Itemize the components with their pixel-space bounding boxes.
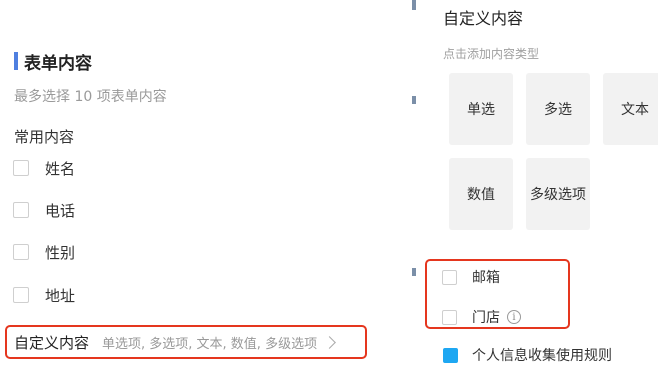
divider-mark xyxy=(412,268,416,276)
item-email[interactable]: 邮箱 xyxy=(442,267,500,287)
privacy-rule-label: 个人信息收集使用规则 xyxy=(472,348,612,364)
item-address[interactable]: 地址 xyxy=(13,283,75,307)
type-single-choice[interactable]: 单选 xyxy=(449,73,513,145)
checkbox[interactable] xyxy=(13,244,29,260)
sheet-title: 自定义内容 xyxy=(443,9,524,28)
item-label: 电话 xyxy=(45,201,76,220)
type-multilevel[interactable]: 多级选项 xyxy=(526,158,590,230)
item-label: 邮箱 xyxy=(472,270,500,286)
item-label: 姓名 xyxy=(45,159,76,178)
panel-divider xyxy=(412,0,416,373)
item-store[interactable]: 门店 i xyxy=(442,307,521,327)
checkbox[interactable] xyxy=(442,309,457,325)
info-icon[interactable]: i xyxy=(507,310,521,324)
item-label: 门店 xyxy=(472,310,500,326)
type-multi-choice[interactable]: 多选 xyxy=(526,73,590,145)
item-gender[interactable]: 性别 xyxy=(13,240,75,264)
chevron-right-icon xyxy=(323,335,336,349)
privacy-rule-row[interactable]: 个人信息收集使用规则 xyxy=(443,345,612,365)
section-header: 表单内容 xyxy=(14,50,92,74)
section-title: 表单内容 xyxy=(24,53,92,74)
custom-content-value: 单选项, 多选项, 文本, 数值, 多级选项 xyxy=(102,336,318,352)
item-label: 性别 xyxy=(45,243,76,262)
checkbox-checked[interactable] xyxy=(443,347,458,363)
divider-mark xyxy=(412,96,416,104)
item-name[interactable]: 姓名 xyxy=(13,156,75,180)
checkbox[interactable] xyxy=(13,287,29,303)
left-panel: 表单内容 最多选择 10 项表单内容 常用内容 姓名 电话 性别 地址 自定义内… xyxy=(0,0,412,373)
custom-content-title: 自定义内容 xyxy=(14,333,90,352)
checkbox[interactable] xyxy=(13,160,29,176)
custom-content-sheet: 自定义内容 点击添加内容类型 单选 多选 文本 数值 多级选项 邮箱 门店 i … xyxy=(424,0,658,373)
type-number[interactable]: 数值 xyxy=(449,158,513,230)
item-phone[interactable]: 电话 xyxy=(13,198,75,222)
max-select-hint: 最多选择 10 项表单内容 xyxy=(14,89,167,105)
checkbox[interactable] xyxy=(13,202,29,218)
divider-mark xyxy=(412,0,416,10)
common-group-title: 常用内容 xyxy=(14,128,75,146)
checkbox[interactable] xyxy=(442,269,457,285)
type-text[interactable]: 文本 xyxy=(603,73,658,145)
custom-content-row[interactable]: 自定义内容 单选项, 多选项, 文本, 数值, 多级选项 xyxy=(5,325,367,359)
item-label: 地址 xyxy=(45,286,76,305)
section-accent-bar xyxy=(14,52,18,70)
sheet-hint: 点击添加内容类型 xyxy=(443,47,540,61)
